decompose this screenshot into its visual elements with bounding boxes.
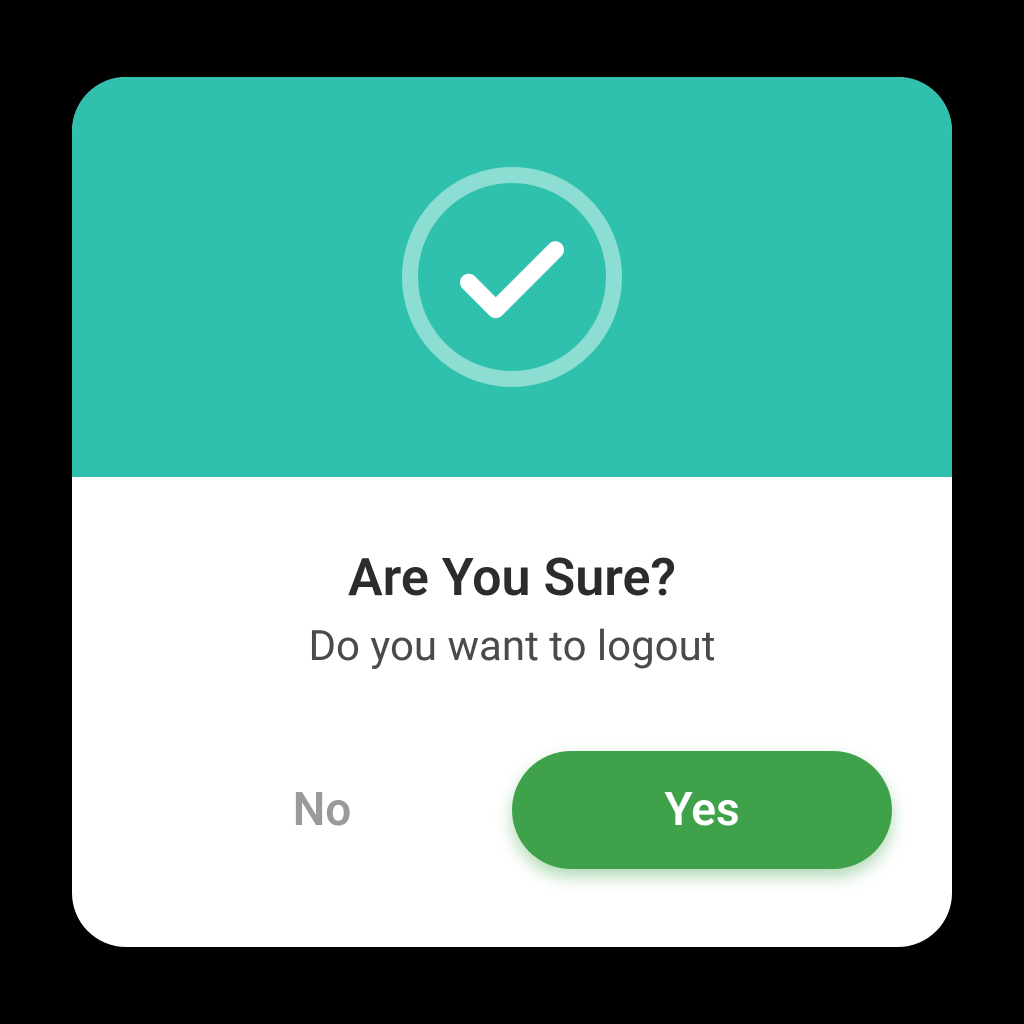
checkmark-circle-icon xyxy=(402,167,622,387)
dialog-body: Are You Sure? Do you want to logout No Y… xyxy=(72,477,952,947)
dialog-message: Do you want to logout xyxy=(308,622,715,671)
dialog-header xyxy=(72,77,952,477)
dialog-title: Are You Sure? xyxy=(348,547,676,608)
dialog-actions: No Yes xyxy=(72,751,952,947)
yes-button[interactable]: Yes xyxy=(512,751,892,869)
confirmation-dialog: Are You Sure? Do you want to logout No Y… xyxy=(72,77,952,947)
no-button[interactable]: No xyxy=(132,753,512,867)
